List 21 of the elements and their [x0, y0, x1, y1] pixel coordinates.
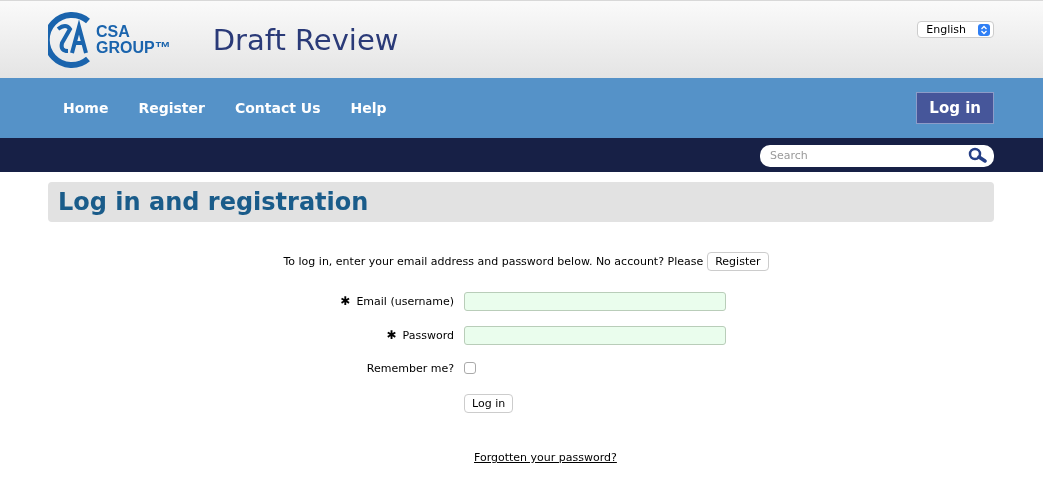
logo-text: CSA [96, 23, 131, 40]
forgot-password-link[interactable]: Forgotten your password? [474, 451, 617, 464]
login-submit-button[interactable]: Log in [464, 394, 514, 413]
register-button[interactable]: Register [707, 252, 769, 271]
password-field[interactable] [464, 326, 726, 345]
email-field[interactable] [464, 292, 726, 311]
remember-checkbox[interactable] [464, 362, 476, 374]
site-title: Draft Review [212, 22, 399, 57]
language-select[interactable]: English [917, 21, 994, 38]
search-field[interactable]: Search [760, 144, 994, 167]
field-label: Remember me? [366, 362, 454, 375]
stepper-icon [978, 23, 990, 36]
logo-text: GROUP™ [96, 39, 171, 56]
intro-text: To log in, enter your email address and password below. No account? Please [283, 255, 704, 268]
required-mark: ✱ [340, 294, 351, 308]
login-button[interactable]: Log in [916, 92, 994, 124]
required-mark: ✱ [386, 328, 397, 342]
search-icon [968, 147, 988, 163]
field-label: Email (username) [356, 294, 454, 308]
page-title: Log in and registration [58, 188, 369, 216]
field-label: Password [402, 328, 454, 342]
